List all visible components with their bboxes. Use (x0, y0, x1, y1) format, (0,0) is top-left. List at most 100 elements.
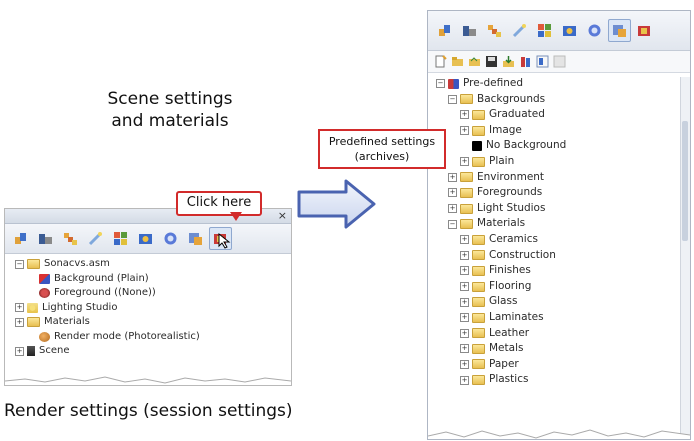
expand-icon[interactable]: + (460, 282, 469, 292)
tree-node[interactable]: + Glass (428, 294, 690, 310)
assembly-tab[interactable] (483, 19, 506, 42)
scene-tab[interactable] (533, 19, 556, 42)
save-icon[interactable] (485, 55, 498, 68)
tree-node[interactable]: + Foregrounds (428, 185, 690, 201)
expand-icon[interactable]: + (460, 157, 469, 167)
expand-icon[interactable]: + (460, 344, 469, 354)
geometry-tab[interactable] (433, 19, 456, 42)
parts-icon (39, 234, 52, 244)
import-icon[interactable] (502, 55, 515, 68)
camera-tab[interactable] (134, 227, 157, 250)
tree-node-materials[interactable]: + Materials (5, 315, 291, 330)
tree-node[interactable]: + Metals (428, 341, 690, 357)
tree-node-label: Image (489, 123, 522, 136)
tree-node[interactable]: + Plastics (428, 372, 690, 388)
settings-tab[interactable] (184, 227, 207, 250)
folder-icon (472, 328, 485, 339)
appearance-icon (164, 232, 177, 245)
lighting-tab[interactable] (84, 227, 107, 250)
properties-icon[interactable] (536, 55, 549, 68)
expand-icon[interactable]: + (460, 235, 469, 245)
geometry-icon (15, 233, 26, 244)
expand-icon[interactable]: + (460, 328, 469, 338)
settings-icon (189, 233, 202, 245)
new-archive-icon[interactable] (434, 55, 447, 68)
tree-node[interactable]: − Materials (428, 216, 690, 232)
collapse-icon[interactable]: − (448, 94, 457, 104)
folder-icon (472, 281, 485, 292)
folder-icon (27, 317, 40, 328)
expand-icon[interactable]: + (460, 313, 469, 323)
folder-icon (472, 156, 485, 167)
expand-icon[interactable]: + (460, 375, 469, 385)
appearance-tab[interactable] (583, 19, 606, 42)
collapse-icon[interactable]: − (436, 79, 445, 89)
assembly-tab[interactable] (59, 227, 82, 250)
folder-icon (472, 265, 485, 276)
tree-node-label: Foregrounds (477, 186, 543, 199)
tree-node-render-mode[interactable]: Render mode (Photorealistic) (5, 330, 291, 345)
appearance-tab[interactable] (159, 227, 182, 250)
render-settings-tab[interactable] (209, 227, 232, 250)
tree-node-label: Pre-defined (463, 77, 524, 89)
expand-icon[interactable]: + (15, 303, 24, 313)
tree-node[interactable]: No Background (428, 138, 690, 154)
folder-icon (472, 234, 485, 245)
tree-node[interactable]: + Construction (428, 248, 690, 264)
render-mode-icon (39, 331, 50, 342)
parts-tab[interactable] (34, 227, 57, 250)
geometry-tab[interactable] (9, 227, 32, 250)
lighting-tab[interactable] (508, 19, 531, 42)
tree-node-foreground[interactable]: Foreground ((None)) (5, 286, 291, 301)
expand-icon[interactable]: + (448, 204, 457, 214)
tree-node[interactable]: − Backgrounds (428, 92, 690, 108)
open-folder-2-icon[interactable] (468, 55, 481, 68)
tree-node[interactable]: + Flooring (428, 279, 690, 295)
settings-icon (613, 25, 626, 37)
tree-node[interactable]: + Finishes (428, 263, 690, 279)
tree-node-scene[interactable]: + Scene (5, 344, 291, 359)
tree-node[interactable]: + Laminates (428, 310, 690, 326)
collapse-icon[interactable]: − (15, 259, 24, 269)
disabled-button-icon[interactable] (553, 55, 566, 68)
tree-node[interactable]: + Graduated (428, 107, 690, 123)
expand-icon[interactable]: + (448, 188, 457, 198)
tree-node[interactable]: + Leather (428, 326, 690, 342)
appearance-icon (588, 24, 601, 37)
open-folder-icon[interactable] (451, 55, 464, 68)
tree-node[interactable]: + Paper (428, 357, 690, 373)
scene-tab[interactable] (109, 227, 132, 250)
render-settings-icon (638, 26, 650, 36)
camera-tab[interactable] (558, 19, 581, 42)
folder-icon (472, 312, 485, 323)
close-icon[interactable]: × (278, 209, 287, 222)
library-icon[interactable] (519, 55, 532, 68)
predefined-settings-callout: Predefined settings (archives) (318, 129, 446, 169)
callout-line-2: (archives) (354, 150, 410, 163)
scene-caption-line-1: Scene settings (107, 89, 233, 109)
tree-node-background[interactable]: Background (Plain) (5, 272, 291, 287)
tree-node[interactable]: + Light Studios (428, 201, 690, 217)
parts-tab[interactable] (458, 19, 481, 42)
tree-node[interactable]: + Plain (428, 154, 690, 170)
render-settings-tab[interactable] (633, 19, 656, 42)
tree-node[interactable]: − Pre-defined (428, 76, 690, 92)
tree-node[interactable]: + Ceramics (428, 232, 690, 248)
tree-node-lighting[interactable]: + Lighting Studio (5, 301, 291, 316)
expand-icon[interactable]: + (15, 317, 24, 327)
tree-node[interactable]: + Environment (428, 170, 690, 186)
settings-tab[interactable] (608, 19, 631, 42)
expand-icon[interactable]: + (460, 250, 469, 260)
expand-icon[interactable]: + (460, 359, 469, 369)
expand-icon[interactable]: + (15, 346, 24, 356)
tree-node-root[interactable]: − Sonacvs.asm (5, 257, 291, 272)
tree-node[interactable]: + Image (428, 123, 690, 139)
expand-icon[interactable]: + (448, 172, 457, 182)
expand-icon[interactable]: + (460, 126, 469, 136)
expand-icon[interactable]: + (460, 266, 469, 276)
render-toolbar (428, 11, 690, 51)
collapse-icon[interactable]: − (448, 219, 457, 229)
expand-icon[interactable]: + (460, 297, 469, 307)
callout-line-1: Predefined settings (328, 135, 436, 148)
expand-icon[interactable]: + (460, 110, 469, 120)
